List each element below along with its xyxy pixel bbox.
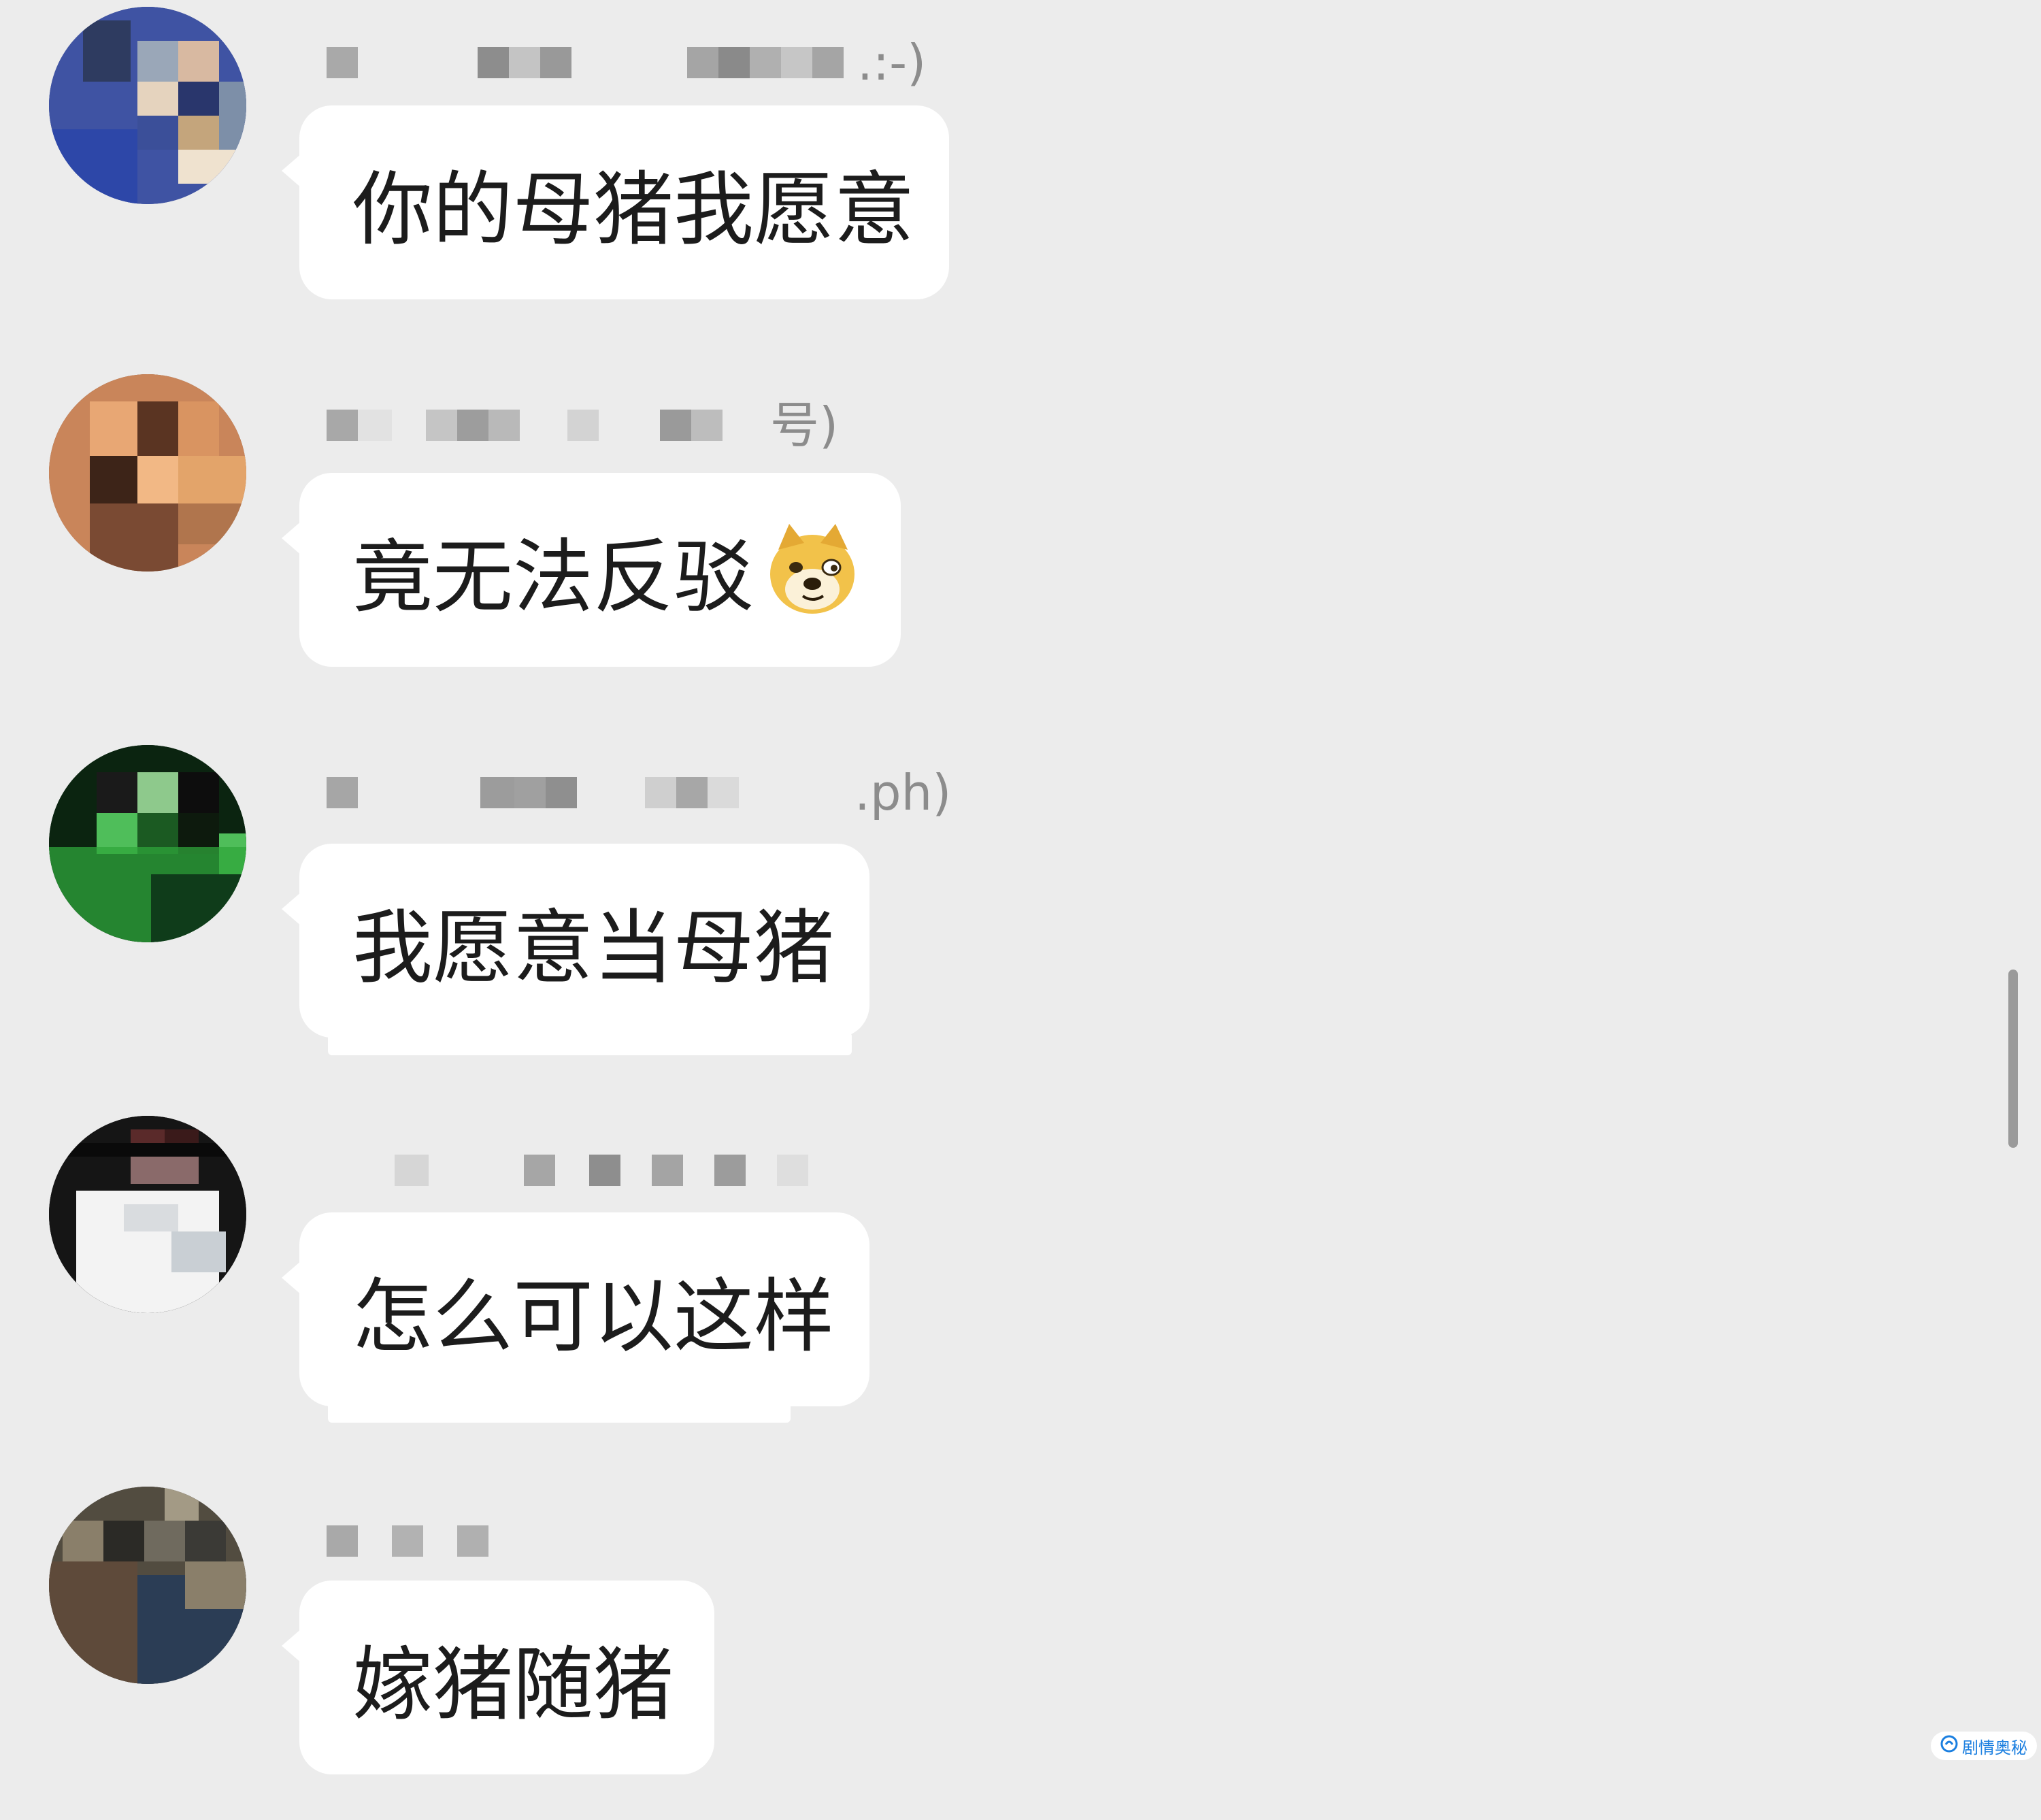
user-avatar[interactable] (49, 1116, 246, 1313)
user-avatar[interactable] (49, 7, 246, 204)
chat-message-4: 怎么可以这样 (0, 1109, 1973, 1449)
bubble-shadow (328, 1400, 791, 1423)
sender-name-obscured (327, 1150, 822, 1191)
watermark-text: 剧情奥秘 (1962, 1738, 2027, 1757)
user-avatar[interactable] (49, 1487, 246, 1684)
watermark: 剧情奥秘 (1931, 1732, 2037, 1760)
chat-message-5: 嫁猪随猪 (0, 1480, 1973, 1820)
message-bubble[interactable]: 嫁猪随猪 (282, 1581, 714, 1774)
message-text: 竟无法反驳 (352, 530, 754, 624)
message-text: 怎么可以这样 (352, 1270, 835, 1363)
chat-message-3: .ph) 我愿意当母猪 (0, 738, 1973, 1078)
message-bubble[interactable]: 怎么可以这样 (282, 1212, 869, 1406)
message-text: 嫁猪随猪 (352, 1638, 674, 1732)
message-bubble[interactable]: 你的母猪我愿意 (282, 105, 949, 299)
message-text: 你的母猪我愿意 (352, 163, 915, 257)
user-avatar[interactable] (49, 745, 246, 942)
bubble-shadow (328, 1032, 852, 1055)
chat-message-1: .:-) 你的母猪我愿意 (0, 0, 1973, 340)
scrollbar[interactable] (2008, 970, 2018, 1148)
message-bubble[interactable]: 竟无法反驳 (282, 473, 901, 667)
sender-name-obscured: .ph) (327, 764, 952, 821)
user-avatar[interactable] (49, 374, 246, 572)
doge-emoji-icon (765, 523, 860, 618)
sender-suffix: .:-) (857, 34, 927, 91)
chat-message-2: 号) 竟无法反驳 (0, 367, 1973, 708)
sender-suffix: .ph) (854, 764, 952, 821)
watermark-logo-icon (1940, 1735, 1958, 1757)
message-bubble[interactable]: 我愿意当母猪 (282, 844, 869, 1038)
sender-suffix: 号) (770, 397, 839, 454)
sender-name-obscured: 号) (327, 397, 839, 454)
message-text: 我愿意当母猪 (352, 901, 835, 995)
sender-name-obscured: .:-) (327, 34, 927, 91)
sender-name-obscured (327, 1521, 502, 1561)
